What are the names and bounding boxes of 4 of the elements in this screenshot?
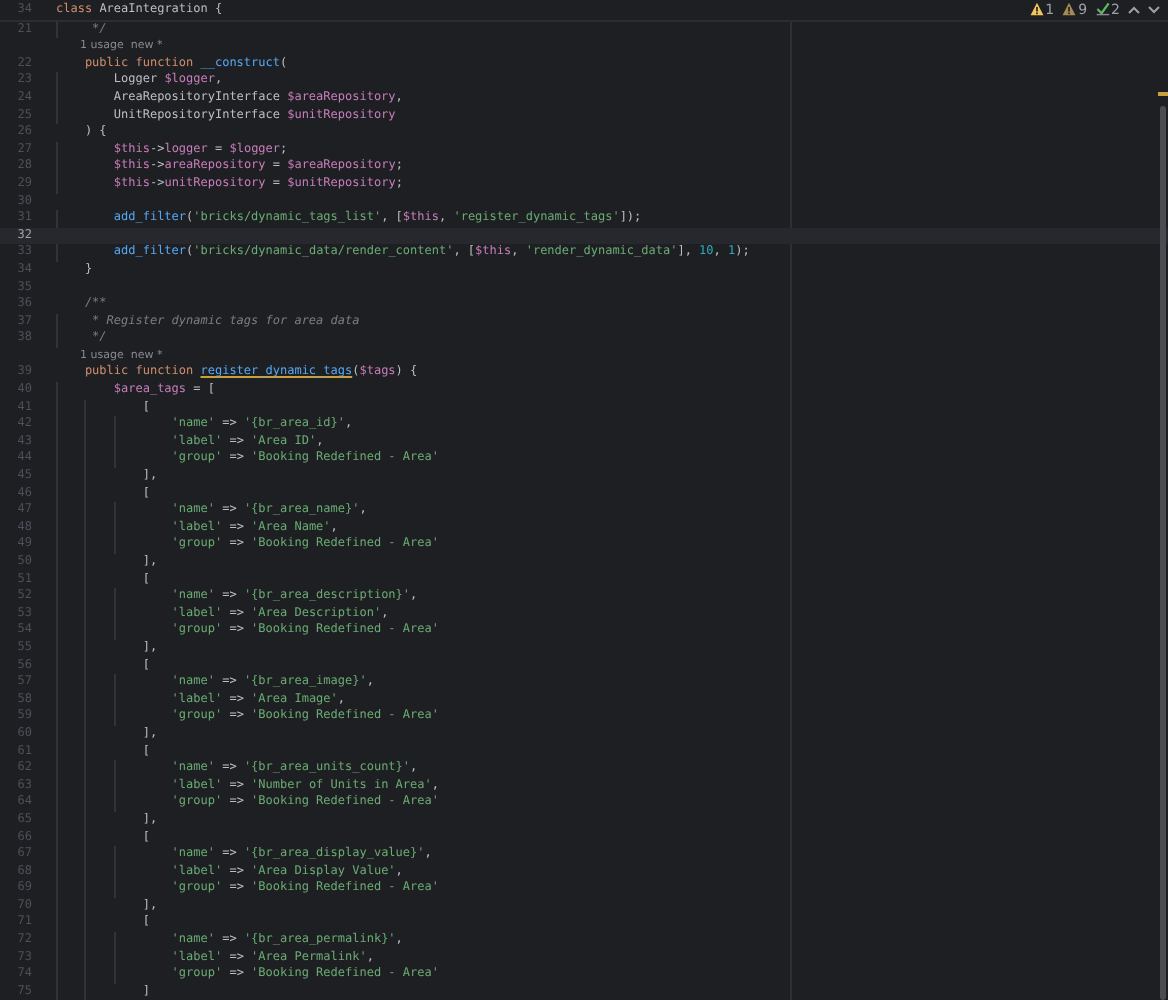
check-icon bbox=[1095, 2, 1110, 17]
chevron-up-icon[interactable] bbox=[1128, 5, 1140, 14]
scrollbar-thumb[interactable] bbox=[1160, 106, 1166, 1000]
chevron-down-icon[interactable] bbox=[1148, 5, 1160, 14]
